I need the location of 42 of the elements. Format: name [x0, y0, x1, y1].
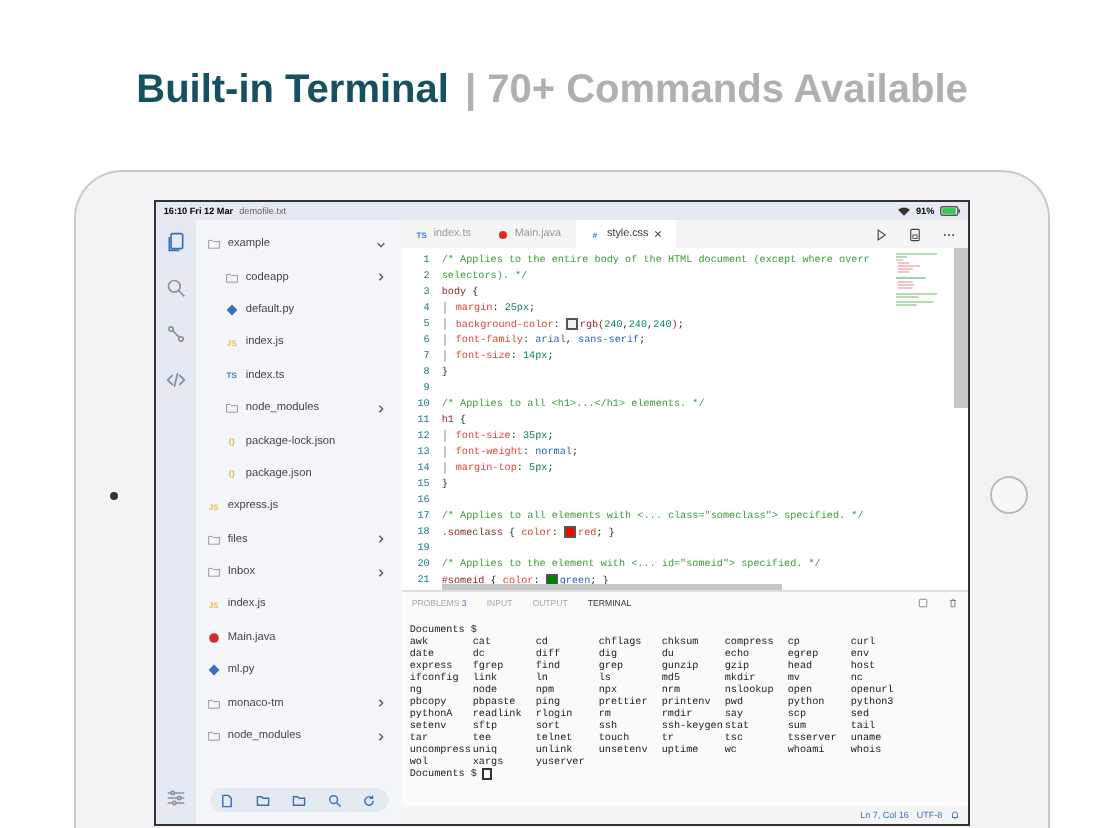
- split-icon[interactable]: [918, 598, 929, 608]
- scrollbar[interactable]: [954, 248, 969, 408]
- subheadline: | 70+ Commands Available: [464, 68, 968, 114]
- code-icon[interactable]: [165, 370, 186, 390]
- folder-icon: [225, 271, 238, 284]
- chevron-right-icon[interactable]: [375, 731, 386, 742]
- new-folder-icon[interactable]: [291, 793, 306, 807]
- chevron-right-icon[interactable]: [375, 272, 386, 283]
- cursor: [482, 767, 493, 781]
- camera-icon: [110, 491, 119, 499]
- settings-icon[interactable]: [165, 788, 186, 808]
- battery-icon: [940, 206, 961, 216]
- branch-icon[interactable]: [165, 324, 186, 344]
- refresh-icon[interactable]: [362, 793, 377, 807]
- folder-icon: [207, 533, 220, 546]
- bell-icon[interactable]: [950, 810, 961, 820]
- play-icon[interactable]: [874, 227, 889, 241]
- chevron-right-icon[interactable]: [375, 534, 386, 545]
- search-icon[interactable]: [327, 793, 342, 807]
- new-file-icon[interactable]: [220, 793, 235, 807]
- chevron-down-icon[interactable]: [375, 239, 386, 250]
- folder-icon: [207, 566, 220, 579]
- trash-icon[interactable]: [948, 598, 959, 608]
- dot-icon: [498, 229, 509, 239]
- chevron-right-icon[interactable]: [375, 567, 386, 578]
- close-icon[interactable]: [654, 230, 663, 238]
- chevron-right-icon[interactable]: [375, 403, 386, 414]
- files-icon[interactable]: [165, 232, 186, 252]
- horizontal-scrollbar[interactable]: [441, 584, 782, 590]
- headline: Built-in Terminal: [136, 68, 449, 114]
- folder-icon: [207, 238, 220, 251]
- save-icon[interactable]: [908, 227, 923, 241]
- search-icon[interactable]: [165, 278, 186, 298]
- new-folder-icon[interactable]: [256, 793, 271, 807]
- wifi-icon: [897, 206, 910, 216]
- dot-icon: [207, 631, 220, 644]
- chevron-right-icon[interactable]: [375, 698, 386, 709]
- folder-icon: [207, 697, 220, 710]
- diamond-icon: [225, 303, 238, 316]
- folder-icon: [225, 402, 238, 415]
- diamond-icon: [207, 664, 220, 677]
- folder-icon: [207, 730, 220, 743]
